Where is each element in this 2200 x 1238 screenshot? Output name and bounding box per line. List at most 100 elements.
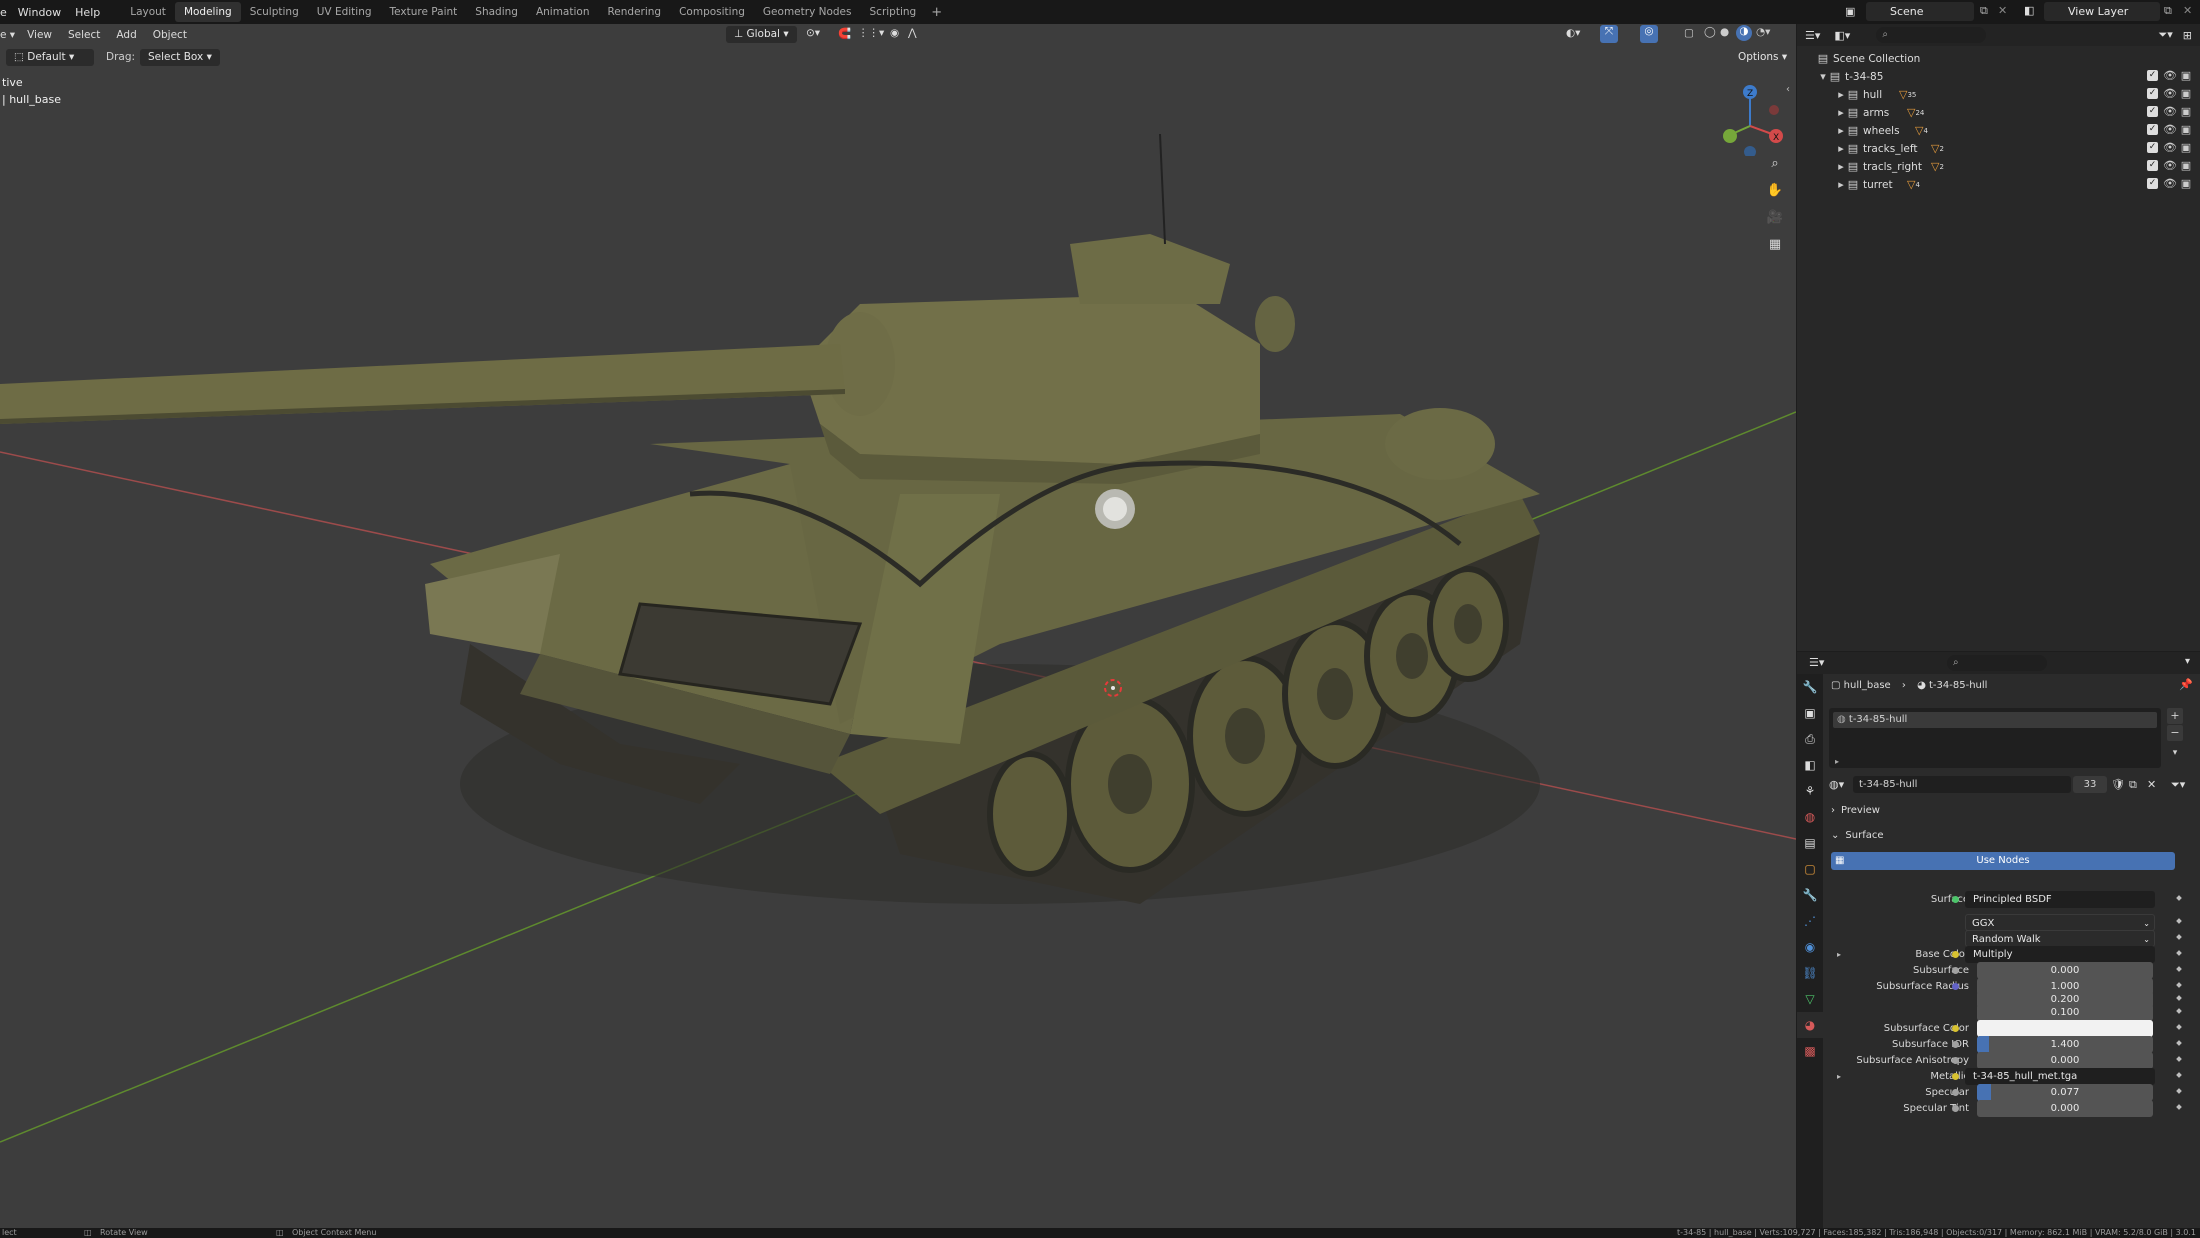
collection-row[interactable]: ▾ ▤ t-34-85 ✓ 👁 ▣: [1797, 68, 2200, 86]
render-camera-icon[interactable]: ▣: [2180, 160, 2192, 172]
material-browse-icon[interactable]: ◍▾: [1829, 778, 1844, 791]
scene-selector[interactable]: Scene: [1866, 2, 1974, 21]
new-scene-icon[interactable]: ⧉: [1980, 4, 1988, 18]
editor-type-partial[interactable]: e ▾: [0, 29, 19, 41]
material-slot-list[interactable]: ◍ t-34-85-hull ▸: [1829, 708, 2161, 768]
visibility-icon[interactable]: ◐▾: [1566, 27, 1580, 39]
visibility-eye-icon[interactable]: 👁: [2163, 142, 2177, 154]
keyframe-icon[interactable]: [2176, 934, 2182, 940]
tab-shading[interactable]: Shading: [466, 2, 527, 22]
menu-edit-partial[interactable]: e: [0, 6, 11, 19]
falloff-icon[interactable]: ⋀: [908, 27, 917, 39]
socket-dot-icon[interactable]: [1952, 1041, 1959, 1048]
keyframe-icon[interactable]: [2176, 995, 2182, 1001]
keyframe-icon[interactable]: [2176, 1008, 2182, 1014]
view-layer-tab-icon[interactable]: ◧: [1797, 752, 1823, 778]
navigation-gizmo[interactable]: Z X: [1718, 76, 1788, 156]
tab-modeling[interactable]: Modeling: [174, 2, 241, 22]
menu-help[interactable]: Help: [68, 6, 107, 19]
overlay-toggle-icon[interactable]: ◎: [1640, 25, 1658, 43]
scene-collection-row[interactable]: ▤ Scene Collection: [1797, 50, 2200, 68]
delete-scene-icon[interactable]: ✕: [1998, 4, 2007, 17]
tab-texture-paint[interactable]: Texture Paint: [381, 2, 467, 22]
keyframe-icon[interactable]: [2176, 1056, 2182, 1062]
slot-list-expand-icon[interactable]: ▸: [1835, 757, 1839, 766]
outliner-editor-type-icon[interactable]: ☰▾: [1805, 29, 1820, 42]
render-camera-icon[interactable]: ▣: [2180, 124, 2192, 136]
xray-icon[interactable]: ▢: [1684, 27, 1694, 39]
view-layer-icon[interactable]: ◧: [2024, 4, 2034, 17]
expand-arrow-icon[interactable]: ▸: [1835, 143, 1847, 155]
scene-tab-icon[interactable]: ⚘: [1797, 778, 1823, 804]
unlink-material-icon[interactable]: ✕: [2147, 778, 2156, 791]
solid-shading-icon[interactable]: ●: [1720, 26, 1729, 38]
snap-icon[interactable]: 🧲: [838, 27, 851, 40]
menu-object[interactable]: Object: [145, 29, 195, 41]
new-collection-icon[interactable]: ⊞: [2183, 29, 2192, 42]
data-tab-icon[interactable]: ▽: [1797, 986, 1823, 1012]
keyframe-icon[interactable]: [2176, 895, 2182, 901]
expand-arrow-icon[interactable]: ▸: [1835, 179, 1847, 191]
socket-dot-icon[interactable]: [1952, 1073, 1959, 1080]
constraints-tab-icon[interactable]: ⛓: [1797, 960, 1823, 986]
add-workspace-button[interactable]: +: [925, 5, 948, 20]
sidebar-toggle-icon[interactable]: ‹: [1786, 84, 1790, 95]
scene-icon[interactable]: ▣: [1845, 5, 1855, 18]
tool-preset-dropdown[interactable]: ⬚ Default ▾: [6, 49, 94, 66]
exclude-checkbox[interactable]: ✓: [2147, 178, 2158, 189]
wireframe-shading-icon[interactable]: ◯: [1704, 26, 1716, 38]
keyframe-icon[interactable]: [2176, 982, 2182, 988]
tab-compositing[interactable]: Compositing: [670, 2, 754, 22]
socket-dot-icon[interactable]: [1952, 951, 1959, 958]
tab-layout[interactable]: Layout: [121, 2, 175, 22]
socket-dot-icon[interactable]: [1952, 1089, 1959, 1096]
add-slot-button[interactable]: +: [2167, 708, 2183, 724]
snap-target-icon[interactable]: ⋮⋮▾: [858, 27, 884, 39]
visibility-eye-icon[interactable]: 👁: [2163, 178, 2177, 190]
exclude-checkbox[interactable]: ✓: [2147, 88, 2158, 99]
properties-search-field[interactable]: ⌕: [1947, 655, 2047, 671]
keyframe-icon[interactable]: [2176, 1024, 2182, 1030]
3d-viewport[interactable]: e ▾ View Select Add Object ⊥ Global ▾ ⊙▾…: [0, 24, 1796, 1228]
preview-panel-header[interactable]: › Preview: [1827, 802, 2193, 820]
delete-view-layer-icon[interactable]: ✕: [2183, 4, 2192, 17]
expand-arrow-icon[interactable]: ▸: [1835, 89, 1847, 101]
pin-icon[interactable]: 📌: [2179, 678, 2193, 691]
exclude-checkbox[interactable]: ✓: [2147, 142, 2158, 153]
outliner-search-field[interactable]: ⌕: [1876, 27, 1987, 43]
fake-user-icon[interactable]: 🛡: [2111, 778, 2125, 791]
keyframe-icon[interactable]: [2176, 1088, 2182, 1094]
keyframe-icon[interactable]: [2176, 966, 2182, 972]
viewport-scene[interactable]: [0, 24, 1796, 1228]
collection-tab-icon[interactable]: ▤: [1797, 830, 1823, 856]
tool-tab-icon[interactable]: 🔧: [1797, 674, 1823, 700]
socket-dot-icon[interactable]: [1952, 1105, 1959, 1112]
material-shading-icon[interactable]: ◑: [1736, 25, 1752, 41]
socket-dot-icon[interactable]: [1952, 896, 1959, 903]
tab-geometry-nodes[interactable]: Geometry Nodes: [754, 2, 861, 22]
keyframe-icon[interactable]: [2176, 1104, 2182, 1110]
outliner-object-row[interactable]: ▸ ▤ wheels ▽ 4 ✓ 👁 ▣: [1797, 122, 2200, 140]
physics-tab-icon[interactable]: ◉: [1797, 934, 1823, 960]
keyframe-icon[interactable]: [2176, 1072, 2182, 1078]
modifier-tab-icon[interactable]: 🔧: [1797, 882, 1823, 908]
output-tab-icon[interactable]: ⎙: [1797, 726, 1823, 752]
outliner-object-row[interactable]: ▸ ▤ turret ▽ 4 ✓ 👁 ▣: [1797, 176, 2200, 194]
new-view-layer-icon[interactable]: ⧉: [2164, 4, 2172, 18]
slot-specials-button[interactable]: ▾: [2167, 745, 2183, 761]
render-camera-icon[interactable]: ▣: [2180, 142, 2192, 154]
tab-rendering[interactable]: Rendering: [598, 2, 670, 22]
outliner-object-row[interactable]: ▸ ▤ tracks_left ▽ 2 ✓ 👁 ▣: [1797, 140, 2200, 158]
options-dropdown[interactable]: Options ▾: [1730, 49, 1795, 66]
render-tab-icon[interactable]: ▣: [1797, 700, 1823, 726]
drag-dropdown[interactable]: Select Box ▾: [140, 49, 220, 66]
material-link-icon[interactable]: ⏷▾: [2171, 778, 2185, 792]
keyframe-icon[interactable]: [2176, 950, 2182, 956]
view-layer-selector[interactable]: View Layer: [2044, 2, 2160, 21]
texture-tab-icon[interactable]: ▩: [1797, 1038, 1823, 1064]
render-camera-icon[interactable]: ▣: [2180, 88, 2192, 100]
properties-editor-type-icon[interactable]: ☰▾: [1809, 656, 1824, 669]
material-slot-item[interactable]: ◍ t-34-85-hull: [1833, 712, 2157, 728]
render-camera-icon[interactable]: ▣: [2180, 70, 2192, 82]
material-name-field[interactable]: t-34-85-hull: [1853, 776, 2071, 793]
